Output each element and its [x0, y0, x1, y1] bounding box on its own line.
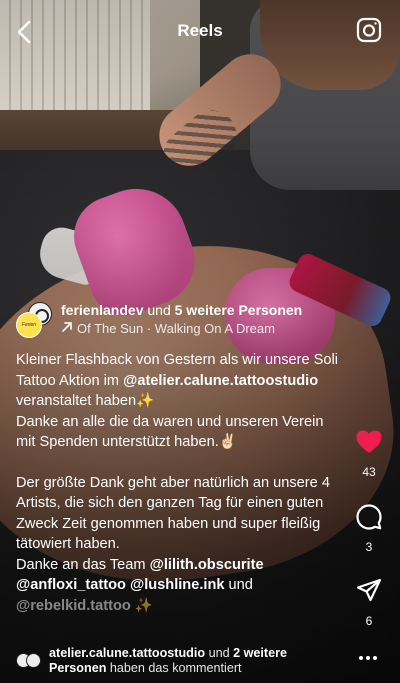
commenter-avatars	[16, 653, 42, 669]
caption-paragraph-2: Danke an alle die da waren und unseren V…	[16, 413, 324, 451]
caption-text: und	[228, 577, 253, 593]
mention-lilith[interactable]: @lilith.obscurite	[150, 557, 264, 573]
like-count[interactable]: 43	[354, 465, 384, 479]
mention-atelier[interactable]: @atelier.calune.tattoostudio	[123, 373, 318, 389]
page-title: Reels	[177, 21, 223, 40]
commenter-username[interactable]: atelier.calune.tattoostudio	[49, 646, 205, 660]
caption-text: Danke an das Team	[16, 556, 146, 573]
heart-icon[interactable]	[355, 428, 383, 456]
reels-header: Reels	[0, 0, 400, 62]
author-others[interactable]: 5 weitere Personen	[175, 302, 303, 318]
more-icon[interactable]	[358, 654, 378, 662]
commenters-suffix: haben das kommentiert	[109, 661, 242, 675]
comment-count[interactable]: 3	[354, 540, 384, 554]
share-count[interactable]: 6	[354, 614, 384, 628]
author-avatars[interactable]: Ferien Land	[16, 302, 52, 338]
commenters-text: atelier.calune.tattoostudio und 2 weiter…	[49, 646, 319, 676]
author-row: Ferien Land ferienlandev und 5 weitere P…	[16, 302, 346, 338]
share-icon[interactable]	[355, 577, 383, 605]
avatar-ferienlandev[interactable]: Ferien Land	[16, 312, 42, 338]
caption-text: veranstaltet haben✨	[16, 393, 155, 409]
mention-lushline[interactable]: @lushline.ink	[130, 577, 225, 593]
author-username[interactable]: ferienlandev	[61, 302, 143, 318]
caption-text: ✨	[134, 597, 154, 614]
trending-arrow-icon	[62, 322, 72, 332]
comment-icon[interactable]	[355, 503, 383, 531]
commenter-avatar	[26, 653, 41, 668]
caption-paragraph-4: Danke an das Team @lilith.obscurite @anf…	[16, 555, 346, 617]
caption-paragraph-1: Kleiner Flashback von Gestern als wir un…	[16, 350, 346, 412]
mention-rebelkid[interactable]: @rebelkid.tattoo	[16, 598, 131, 614]
mention-anfloxi[interactable]: @anfloxi_tattoo	[16, 577, 126, 593]
author-connector: und	[147, 302, 171, 318]
reel-caption[interactable]: Kleiner Flashback von Gestern als wir un…	[16, 350, 346, 616]
author-names: ferienlandev und 5 weitere Personen	[61, 302, 302, 318]
commenters-connector: und	[208, 646, 230, 660]
camera-icon[interactable]	[356, 17, 382, 43]
share-action: 6	[354, 577, 384, 628]
comment-action: 3	[354, 503, 384, 554]
audio-info[interactable]: Of The Sun · Walking On A Dream	[61, 321, 275, 336]
like-action: 43	[354, 428, 384, 479]
caption-paragraph-3: Der größte Dank geht aber natürlich an u…	[16, 474, 330, 553]
audio-track: Of The Sun · Walking On A Dream	[77, 321, 275, 336]
